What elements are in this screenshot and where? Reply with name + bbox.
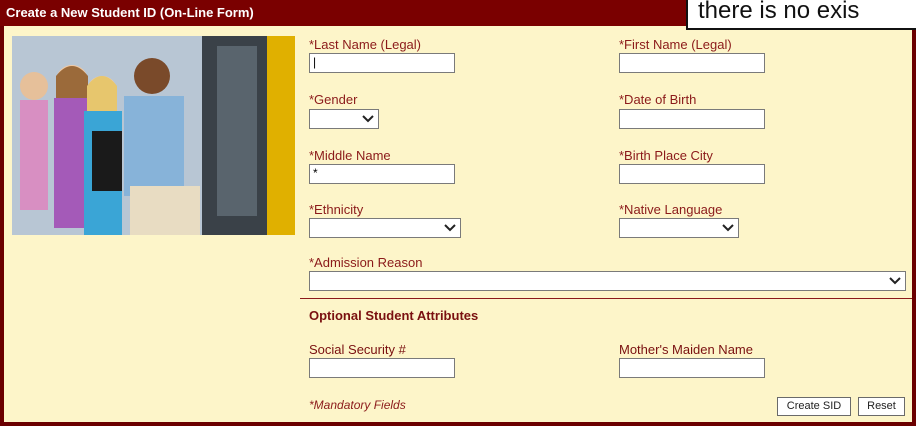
students-photo [12,36,295,235]
birth-city-input[interactable] [619,164,765,184]
ssn-input[interactable] [309,358,455,378]
annotation-text: there is no exis [698,0,860,24]
section-divider [300,298,912,299]
chevron-down-icon [722,224,734,232]
mandatory-note: *Mandatory Fields [309,398,406,412]
reset-button[interactable]: Reset [858,397,905,416]
mothers-maiden-input[interactable] [619,358,765,378]
window-title: Create a New Student ID (On-Line Form) [6,5,254,20]
admission-reason-label: *Admission Reason [309,255,423,270]
chevron-down-icon [362,115,374,123]
dob-input[interactable] [619,109,765,129]
gender-select[interactable] [309,109,379,129]
first-name-input[interactable] [619,53,765,73]
create-sid-button[interactable]: Create SID [777,397,851,416]
dob-label: *Date of Birth [619,92,697,107]
ssn-label: Social Security # [309,342,406,357]
native-language-select[interactable] [619,218,739,238]
optional-section-title: Optional Student Attributes [309,308,479,323]
ethnicity-select[interactable] [309,218,461,238]
mothers-maiden-label: Mother's Maiden Name [619,342,753,357]
first-name-label: *First Name (Legal) [619,37,732,52]
admission-reason-select[interactable] [309,271,906,291]
last-name-input[interactable]: | [309,53,455,73]
ethnicity-label: *Ethnicity [309,202,364,217]
last-name-label: *Last Name (Legal) [309,37,421,52]
chevron-down-icon [444,224,456,232]
text-cursor: | [313,55,317,69]
middle-name-label: *Middle Name [309,148,391,163]
annotation-callout: there is no exis [686,0,916,30]
native-language-label: *Native Language [619,202,723,217]
birth-city-label: *Birth Place City [619,148,713,163]
gender-label: *Gender [309,92,358,107]
middle-name-value: * [313,166,318,180]
middle-name-input[interactable]: * [309,164,455,184]
chevron-down-icon [889,277,901,285]
